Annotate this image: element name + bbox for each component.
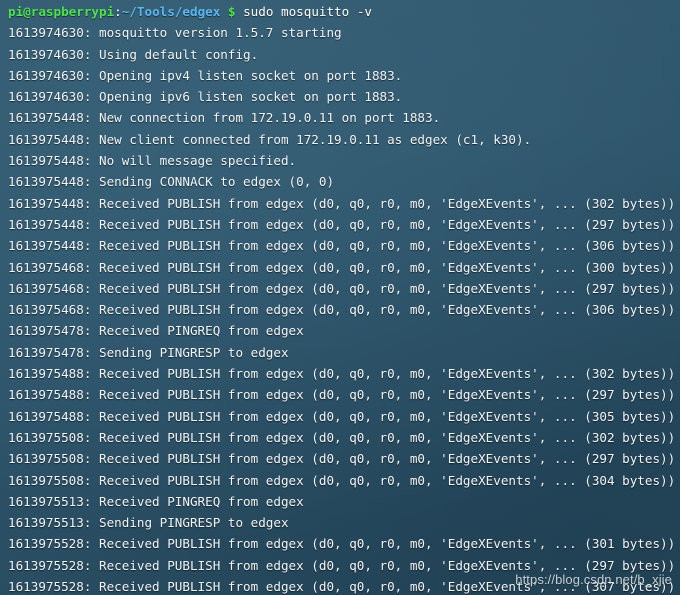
terminal-output-area[interactable]: pi@raspberrypi:~/Tools/edgex $ sudo mosq…	[0, 0, 676, 595]
log-line: 1613975508: Received PUBLISH from edgex …	[8, 472, 676, 488]
log-line: 1613975468: Received PUBLISH from edgex …	[8, 259, 676, 275]
log-line: 1613975508: Received PUBLISH from edgex …	[8, 429, 676, 445]
prompt-separator: :	[114, 4, 122, 19]
watermark-url: https://blog.csdn.net/b_xjie	[515, 571, 672, 587]
log-line: 1613975513: Received PINGREQ from edgex	[8, 493, 304, 509]
shell-prompt-line: pi@raspberrypi:~/Tools/edgex $ sudo mosq…	[8, 1, 672, 22]
log-line: 1613975468: Received PUBLISH from edgex …	[8, 302, 676, 318]
log-line: 1613975448: New client connected from 17…	[8, 131, 532, 147]
log-line: 1613975488: Received PUBLISH from edgex …	[8, 366, 676, 382]
log-line: 1613975448: New connection from 172.19.0…	[8, 110, 441, 126]
prompt-sigil: $	[227, 4, 236, 19]
log-line: 1613975448: Sending CONNACK to edgex (0,…	[8, 174, 335, 190]
log-line: 1613974630: mosquitto version 1.5.7 star…	[8, 25, 342, 41]
log-line: 1613974630: Using default config.	[8, 46, 259, 62]
prompt-user-host: pi@raspberrypi	[8, 4, 115, 19]
log-line: 1613974630: Opening ipv4 listen socket o…	[8, 67, 403, 83]
log-line: 1613975478: Received PINGREQ from edgex	[8, 323, 304, 339]
log-line: 1613975513: Sending PINGRESP to edgex	[8, 515, 289, 531]
log-line: 1613974630: Opening ipv6 listen socket o…	[8, 89, 403, 105]
prompt-command: sudo mosquitto -v	[235, 4, 372, 19]
log-line: 1613975488: Received PUBLISH from edgex …	[8, 387, 676, 403]
log-line-list: 1613974630: mosquitto version 1.5.7 star…	[8, 22, 676, 595]
log-line: 1613975508: Received PUBLISH from edgex …	[8, 451, 676, 467]
terminal-window[interactable]: pi@raspberrypi:~/Tools/edgex $ sudo mosq…	[0, 0, 680, 595]
log-line: 1613975448: No will message specified.	[8, 153, 297, 169]
log-line: 1613975468: Received PUBLISH from edgex …	[8, 280, 676, 296]
log-line: 1613975448: Received PUBLISH from edgex …	[8, 195, 676, 211]
log-line: 1613975448: Received PUBLISH from edgex …	[8, 216, 676, 232]
prompt-working-directory: ~/Tools/edgex	[121, 4, 221, 19]
log-line: 1613975448: Received PUBLISH from edgex …	[8, 238, 676, 254]
log-line: 1613975528: Received PUBLISH from edgex …	[8, 536, 676, 552]
log-line: 1613975488: Received PUBLISH from edgex …	[8, 408, 676, 424]
log-line: 1613975478: Sending PINGRESP to edgex	[8, 344, 289, 360]
